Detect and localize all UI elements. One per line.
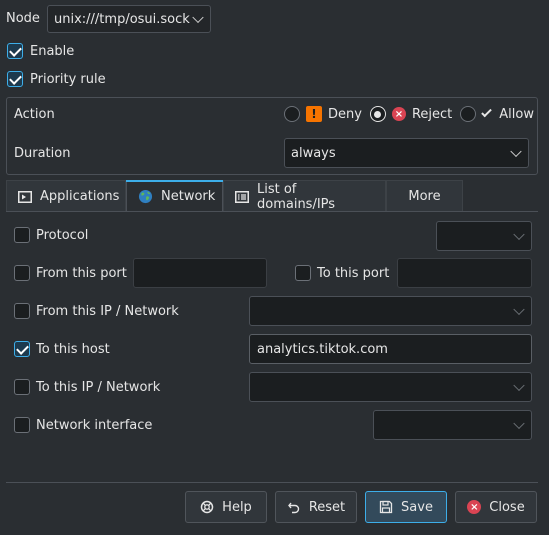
from-port-input[interactable] (133, 258, 267, 288)
to-port-row[interactable]: To this port (295, 265, 389, 281)
list-icon (235, 190, 249, 203)
to-port-checkbox[interactable] (295, 265, 311, 281)
protocol-row[interactable]: Protocol (14, 227, 88, 243)
chevron-down-icon (513, 379, 525, 392)
protocol-select[interactable] (436, 221, 532, 251)
duration-select[interactable]: always (284, 138, 529, 168)
enable-checkbox[interactable] (7, 43, 23, 59)
footer-separator (6, 482, 538, 483)
action-allow-radio[interactable] (460, 106, 477, 122)
to-port-label: To this port (317, 265, 390, 281)
to-ip-label: To this IP / Network (36, 379, 161, 395)
help-button-label: Help (222, 499, 252, 515)
tab-more[interactable]: More (386, 180, 463, 212)
tab-domains-label: List of domains/IPs (257, 181, 336, 212)
action-label: Action (14, 107, 55, 122)
from-ip-checkbox[interactable] (14, 303, 30, 319)
from-ip-select[interactable] (249, 296, 532, 326)
close-button-label: Close (489, 499, 525, 515)
tab-pane-border (6, 211, 538, 212)
chevron-down-icon (192, 11, 204, 24)
reset-button-label: Reset (308, 499, 346, 515)
chevron-down-icon (510, 145, 522, 158)
chevron-down-icon (513, 417, 525, 430)
priority-label: Priority rule (30, 71, 106, 87)
tab-more-label: More (408, 189, 441, 204)
from-ip-row[interactable]: From this IP / Network (14, 303, 179, 319)
enable-label: Enable (30, 43, 75, 59)
node-select[interactable]: unix:///tmp/osui.sock (47, 5, 211, 33)
save-button[interactable]: Save (365, 491, 447, 523)
warning-icon: ! (306, 106, 322, 122)
to-ip-select[interactable] (249, 372, 532, 402)
from-ip-label: From this IP / Network (36, 303, 179, 319)
action-reject-radio[interactable] (369, 106, 386, 122)
to-host-input[interactable]: analytics.tiktok.com (249, 334, 532, 364)
help-icon (200, 500, 214, 514)
save-icon (379, 500, 393, 514)
close-icon: × (467, 500, 482, 514)
checkmark-icon (481, 106, 493, 118)
to-ip-checkbox[interactable] (14, 379, 30, 395)
action-reject-label: Reject (411, 106, 453, 122)
priority-checkbox[interactable] (7, 71, 23, 87)
node-label: Node (6, 11, 40, 26)
enable-checkbox-row[interactable]: Enable (7, 43, 74, 59)
tab-network-label: Network (161, 189, 216, 204)
from-port-row[interactable]: From this port (14, 265, 127, 281)
undo-icon (287, 500, 301, 514)
iface-label: Network interface (36, 417, 153, 433)
action-deny-radio[interactable] (284, 106, 300, 122)
chevron-down-icon (513, 303, 525, 316)
from-port-label: From this port (36, 265, 127, 281)
reset-button[interactable]: Reset (275, 491, 357, 523)
help-button[interactable]: Help (185, 491, 267, 523)
reject-icon: × (391, 107, 406, 121)
duration-select-value: always (291, 145, 336, 161)
to-host-label: To this host (36, 341, 110, 357)
to-ip-row[interactable]: To this IP / Network (14, 379, 160, 395)
to-host-checkbox[interactable] (14, 341, 30, 357)
iface-row[interactable]: Network interface (14, 417, 152, 433)
from-port-checkbox[interactable] (14, 265, 30, 281)
protocol-checkbox[interactable] (14, 227, 30, 243)
iface-checkbox[interactable] (14, 417, 30, 433)
tab-applications-label: Applications (40, 189, 120, 204)
iface-select[interactable] (373, 410, 532, 440)
save-button-label: Save (401, 499, 433, 515)
chevron-down-icon (513, 228, 525, 241)
close-button[interactable]: × Close (455, 491, 537, 523)
action-allow-label: Allow (499, 106, 534, 122)
node-select-value: unix:///tmp/osui.sock (54, 11, 190, 27)
globe-icon (138, 189, 153, 204)
priority-checkbox-row[interactable]: Priority rule (7, 71, 106, 87)
tab-applications[interactable]: Applications (6, 180, 126, 212)
tab-domains[interactable]: List of domains/IPs (223, 180, 386, 212)
application-icon (18, 190, 32, 203)
tab-bar: Applications Network List of domains/IPs… (6, 180, 463, 212)
action-options: ! Deny × Reject Allow (284, 104, 534, 124)
tab-network[interactable]: Network (126, 180, 223, 212)
action-deny-label: Deny (328, 106, 362, 122)
duration-label: Duration (14, 146, 71, 161)
to-port-input[interactable] (397, 258, 532, 288)
to-host-row[interactable]: To this host (14, 341, 110, 357)
protocol-label: Protocol (36, 227, 89, 243)
